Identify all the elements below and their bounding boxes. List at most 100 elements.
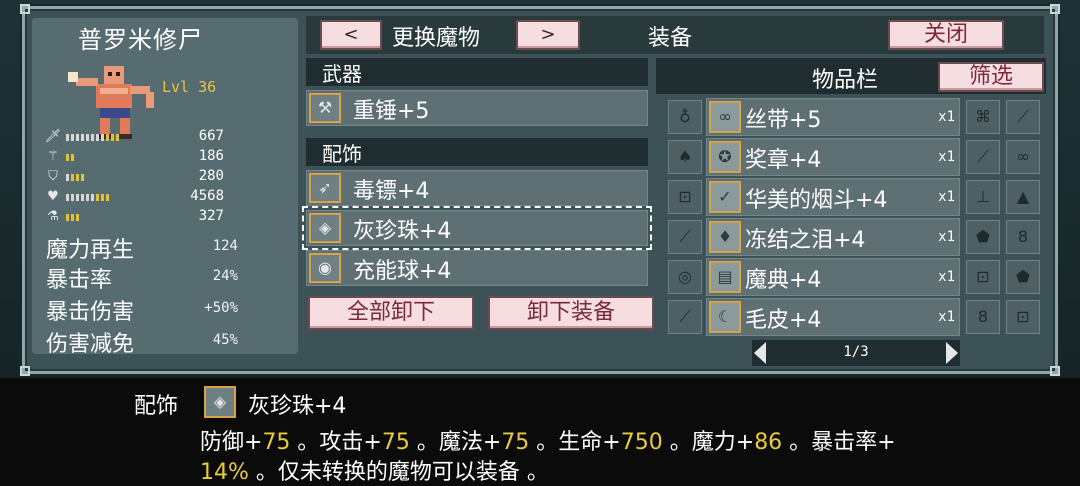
item-quantity: x1 [938,109,955,125]
stat-row: ⚚ 186 [44,148,284,166]
inventory-item[interactable]: ☾ 毛皮+4 x1 [706,298,960,336]
heart-icon: ♥ [47,189,59,204]
inventory-row: ♁ ∞ 丝带+5 x1 ⌘ ⟋ [664,98,1044,136]
stat-bar [66,194,109,201]
inventory-pager: 1/3 [752,340,960,366]
accessory-name: 毒镖+4 [353,179,430,204]
stat-value: 186 [198,148,224,164]
lock-icon[interactable]: ⊡ [668,180,702,214]
hat-icon[interactable]: ▲ [1006,180,1040,214]
lock-icon[interactable]: ⊡ [1006,300,1040,334]
stat-bar [66,154,74,161]
stat-bonus-value: 14% [200,460,249,485]
monster-level: Lvl 36 [162,78,217,96]
page-indicator: 1/3 [843,344,869,360]
feather-icon[interactable]: ⟋ [668,300,702,334]
book-icon: ▤ [709,261,741,293]
item-name: 魔典+4 [745,268,822,293]
section-title: 配饰 [322,142,362,166]
dart-icon: ➶ [309,173,341,203]
inventory-row: ⊡ ✓ 华美的烟斗+4 x1 ⊥ ▲ [664,178,1044,216]
wand-icon: ⚚ [47,149,59,164]
inventory-item[interactable]: ∞ 丝带+5 x1 [706,98,960,136]
gourd-icon[interactable]: 8 [1006,220,1040,254]
pipe-icon: ✓ [709,181,741,213]
stat-value: 667 [198,128,224,144]
frame-corner [20,4,30,14]
accessory-slot-2[interactable]: ◈ 灰珍珠+4 [302,206,652,250]
close-button[interactable]: 关闭 [888,20,1004,50]
inventory-row: ♠ ✪ 奖章+4 x1 ⟋ ∞ [664,138,1044,176]
accessory-slot-3[interactable]: ◉ 充能球+4 [306,250,648,286]
bag-icon[interactable]: ♁ [668,100,702,134]
item-name: 毛皮+4 [745,308,822,333]
stat-value: 24% [212,268,238,284]
description-text: 。魔力+ [662,430,755,455]
inventory-row: ⟋ ♦ 冻结之泪+4 x1 ⬟ 8 [664,218,1044,256]
inventory-item[interactable]: ✪ 奖章+4 x1 [706,138,960,176]
ring-icon[interactable]: ◎ [668,260,702,294]
gourd-icon[interactable]: 8 [966,300,1000,334]
damage-reduction-stat: 伤害减免 45% [46,326,286,357]
stat-bonus-value: 75 [381,430,410,455]
shell-icon[interactable]: ⬟ [1006,260,1040,294]
description-category: 配饰 [134,394,179,419]
weapon-section-header: 武器 [306,58,648,86]
unequip-button[interactable]: 卸下装备 [488,296,654,330]
medal-icon: ✪ [709,141,741,173]
description-line-1: 防御+75 。攻击+75 。魔法+75 。生命+750 。魔力+86 。暴击率+ [200,424,896,456]
frame-corner [1050,4,1060,14]
item-name: 丝带+5 [745,108,822,133]
inventory-item[interactable]: ▤ 魔典+4 x1 [706,258,960,296]
feather-icon[interactable]: ⟋ [966,140,1000,174]
inventory-item[interactable]: ✓ 华美的烟斗+4 x1 [706,178,960,216]
stat-label: 伤害减免 [46,332,135,357]
weapon-name: 重锤+5 [353,99,430,124]
stat-row: 🗡 667 [44,128,284,146]
teardrop-icon: ♦ [709,221,741,253]
unequip-all-button[interactable]: 全部卸下 [308,296,474,330]
stat-value: 280 [198,168,224,184]
equipment-title: 装备 [648,26,693,51]
item-quantity: x1 [938,229,955,245]
inventory-item[interactable]: ♦ 冻结之泪+4 x1 [706,218,960,256]
item-name: 冻结之泪+4 [745,228,866,253]
description-text: 。攻击+ [290,430,382,455]
fur-icon: ☾ [709,301,741,333]
next-monster-button[interactable]: > [516,20,580,50]
accessory-slot-1[interactable]: ➶ 毒镖+4 [306,170,648,206]
mana-flask-icon: ⚗ [47,209,59,224]
ribbon-icon[interactable]: ∞ [1006,140,1040,174]
stat-bar [66,134,119,141]
stat-label: 魔力再生 [46,238,135,263]
frame-corner [20,366,30,376]
anvil-icon[interactable]: ⊥ [966,180,1000,214]
stat-bar [66,174,84,181]
gamepad-icon[interactable]: ⌘ [966,100,1000,134]
filter-button[interactable]: 筛选 [938,62,1044,92]
item-quantity: x1 [938,149,955,165]
lock-icon[interactable]: ⊡ [966,260,1000,294]
shield-icon: ⛉ [48,169,58,184]
feather-icon[interactable]: ⟋ [668,220,702,254]
hammer-icon: ⚒ [309,93,341,123]
section-title: 武器 [322,62,362,86]
stat-row: ⚗ 327 [44,208,284,226]
weapon-slot[interactable]: ⚒ 重锤+5 [306,90,648,126]
description-text: 。暴击率+ [782,430,896,455]
shell-icon[interactable]: ⬟ [966,220,1000,254]
prev-monster-button[interactable]: < [320,20,382,50]
pearl-icon: ◈ [204,386,236,418]
next-page-arrow[interactable] [946,342,958,364]
bird-icon[interactable]: ♠ [668,140,702,174]
pearl-icon: ◈ [309,213,341,243]
frame-corner [1050,366,1060,376]
stat-label: 暴击伤害 [46,300,135,325]
description-item-name: 灰珍珠+4 [248,394,347,419]
stat-value: +50% [204,300,238,316]
ribbon-icon: ∞ [709,101,741,133]
item-quantity: x1 [938,269,955,285]
stat-value: 124 [212,238,238,254]
feather-icon[interactable]: ⟋ [1006,100,1040,134]
description-text: 。生命+ [529,430,621,455]
